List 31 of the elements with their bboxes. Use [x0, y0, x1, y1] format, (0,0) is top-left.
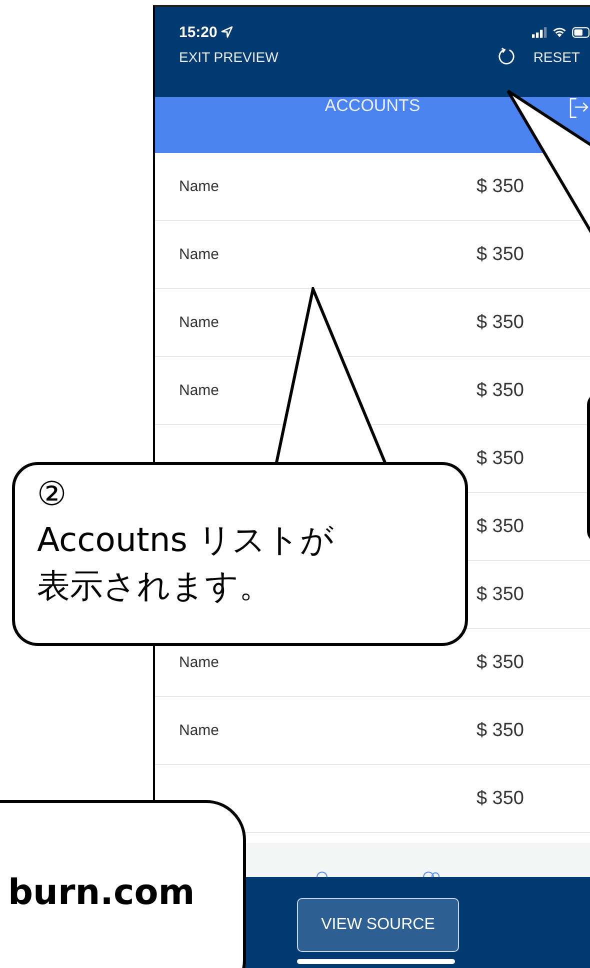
account-amount: $ 350: [476, 720, 524, 742]
account-name: Name: [179, 654, 220, 671]
account-name: Name: [179, 314, 220, 331]
status-time: 15:20: [179, 24, 218, 40]
account-amount: $ 350: [476, 652, 524, 674]
wifi-icon: [552, 26, 567, 38]
account-name: Name: [179, 178, 220, 195]
callout-text: burn.com: [8, 873, 195, 913]
account-amount: $ 350: [476, 584, 524, 606]
exit-preview-link[interactable]: EXIT PREVIEW: [179, 48, 278, 64]
nav-title: ACCOUNTS: [324, 97, 420, 117]
logout-icon[interactable]: [568, 97, 590, 119]
account-name: Name: [179, 246, 220, 263]
reset-link[interactable]: RESET: [533, 48, 580, 64]
account-amount: $ 350: [476, 516, 524, 538]
view-source-button[interactable]: VIEW SOURCE: [297, 898, 459, 952]
reload-icon[interactable]: [497, 47, 516, 66]
account-amount: $ 350: [476, 176, 524, 198]
account-name: Name: [179, 722, 220, 739]
callout-text: Accoutns リストが: [37, 519, 335, 561]
account-name: Name: [179, 382, 220, 399]
location-arrow-icon: [221, 26, 234, 38]
account-amount: $ 350: [476, 380, 524, 402]
callout-text: ②: [37, 473, 68, 515]
signal-icon: [532, 26, 548, 38]
account-amount: $ 350: [476, 244, 524, 266]
account-amount: $ 350: [476, 312, 524, 334]
account-amount: $ 350: [476, 448, 524, 470]
callout-text: 表示されます。: [37, 565, 273, 607]
battery-icon: [572, 26, 590, 38]
account-amount: $ 350: [476, 788, 524, 810]
